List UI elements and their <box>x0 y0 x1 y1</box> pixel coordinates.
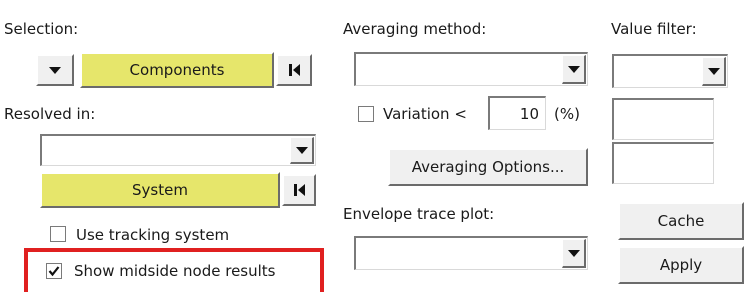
apply-label: Apply <box>659 256 703 274</box>
averaging-method-label: Averaging method: <box>343 20 487 38</box>
checkmark-icon <box>48 266 60 277</box>
cache-button[interactable]: Cache <box>618 202 744 240</box>
skip-to-start-icon <box>293 184 305 196</box>
variation-value: 10 <box>519 105 539 123</box>
resolved-first-button[interactable] <box>282 174 316 206</box>
chevron-down-icon <box>567 249 580 257</box>
selection-dropdown-button[interactable] <box>36 54 74 86</box>
variation-label: Variation < <box>383 105 467 123</box>
envelope-dropdown-button[interactable] <box>562 239 586 268</box>
resolved-in-select[interactable] <box>40 134 316 166</box>
resolved-system-label: System <box>132 181 188 199</box>
resolved-in-label: Resolved in: <box>4 105 96 123</box>
selection-first-button[interactable] <box>276 54 312 86</box>
value-filter-max-input[interactable] <box>612 142 714 184</box>
resolved-system-button[interactable]: System <box>40 172 280 208</box>
variation-unit: (%) <box>554 105 580 123</box>
apply-button[interactable]: Apply <box>618 246 744 284</box>
chevron-down-icon <box>49 66 61 74</box>
resolved-in-dropdown-button[interactable] <box>290 137 314 164</box>
averaging-options-button[interactable]: Averaging Options... <box>388 148 588 186</box>
selection-components-button[interactable]: Components <box>80 52 274 88</box>
chevron-down-icon <box>567 65 580 73</box>
chevron-down-icon <box>295 146 308 154</box>
averaging-dropdown-button[interactable] <box>562 55 586 84</box>
chevron-down-icon <box>707 67 720 75</box>
envelope-label: Envelope trace plot: <box>343 205 495 223</box>
selection-label: Selection: <box>4 20 79 38</box>
variation-checkbox[interactable] <box>358 106 374 122</box>
midside-label: Show midside node results <box>74 262 276 280</box>
value-filter-select[interactable] <box>612 54 728 88</box>
selection-value: Components <box>129 61 225 79</box>
averaging-method-select[interactable] <box>354 52 588 86</box>
envelope-select[interactable] <box>354 236 588 270</box>
value-filter-min-input[interactable] <box>612 98 714 140</box>
midside-checkbox[interactable] <box>46 263 62 279</box>
tracking-label: Use tracking system <box>76 226 230 244</box>
averaging-options-label: Averaging Options... <box>411 158 565 176</box>
variation-input[interactable]: 10 <box>488 96 546 130</box>
value-filter-label: Value filter: <box>611 20 697 38</box>
cache-label: Cache <box>657 212 705 230</box>
value-filter-dropdown-button[interactable] <box>702 57 726 86</box>
tracking-checkbox[interactable] <box>50 226 66 242</box>
skip-to-start-icon <box>288 64 300 76</box>
